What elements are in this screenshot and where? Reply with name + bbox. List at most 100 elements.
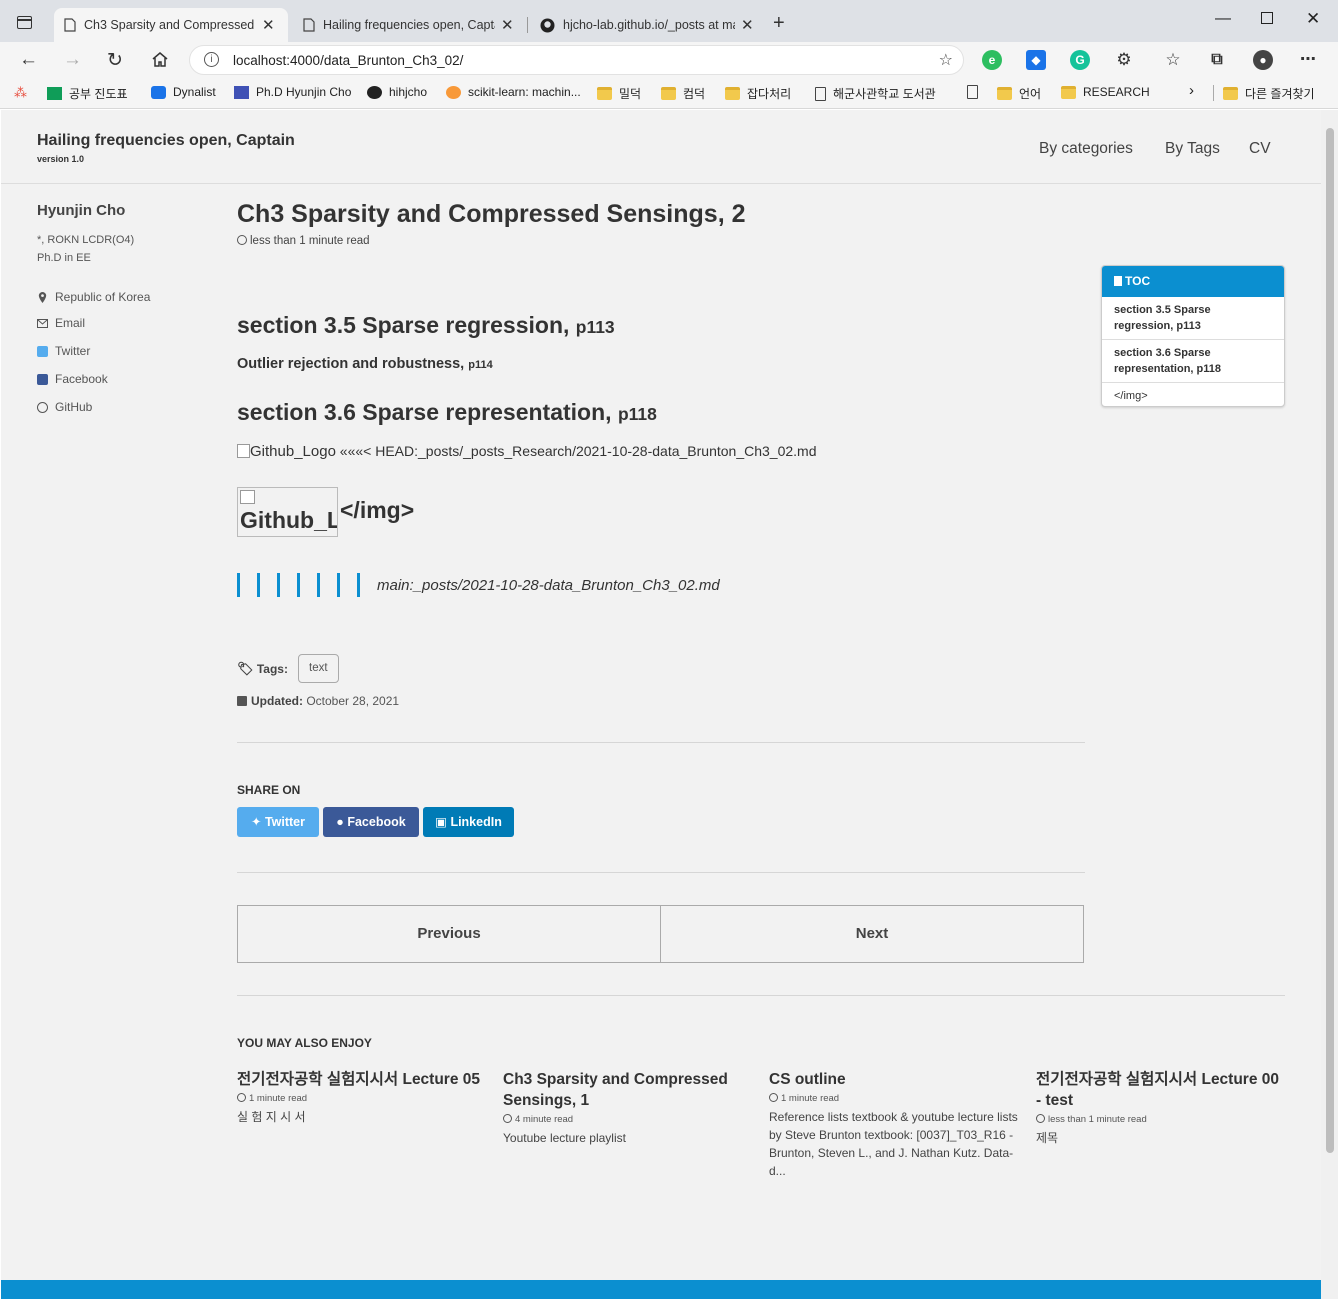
nav-cv[interactable]: CV [1249,140,1271,158]
bar [357,573,360,597]
bookmark-study[interactable]: 공부 진도표 [47,85,128,102]
tags-label-text: Tags: [256,662,288,676]
clock-icon [769,1093,778,1102]
author-facebook-link[interactable]: Facebook [37,372,108,386]
extensions-icon[interactable]: ⚙ [1114,50,1134,70]
previous-button[interactable]: Previous [237,905,661,963]
bookmark-separator [1213,85,1214,101]
tab-separator [527,17,528,33]
related-read-time: less than 1 minute read [1036,1114,1286,1125]
related-excerpt: 제목 [1036,1131,1059,1145]
author-twitter-link[interactable]: Twitter [37,344,90,358]
maximize-icon[interactable] [1261,12,1273,24]
author-email-link[interactable]: Email [37,316,85,330]
scrollbar-thumb[interactable] [1326,128,1334,1153]
share-facebook-button[interactable]: ● Facebook [323,807,419,837]
extension-icon[interactable]: ◆ [1026,50,1046,70]
page-icon [64,18,76,32]
bookmark-folder[interactable]: 밀덕 [597,85,641,102]
github-icon [367,85,382,99]
share-twitter-button[interactable]: ✦ Twitter [237,807,319,837]
post-title: Ch3 Sparsity and Compressed Sensings, 2 [237,200,746,228]
address-bar[interactable]: i localhost:4000/data_Brunton_Ch3_02/ ☆ [189,45,964,75]
github-icon [37,401,48,413]
broken-image-icon [237,444,250,458]
collections-icon[interactable]: ⧉ [1207,50,1227,70]
related-title[interactable]: Ch3 Sparsity and Compressed Sensings, 1 [503,1069,753,1111]
add-favorite-icon[interactable]: ☆ [939,50,953,70]
author-github-link[interactable]: GitHub [37,400,92,414]
site-info-icon[interactable]: i [204,52,219,67]
evernote-icon[interactable]: e [982,50,1002,70]
address-toolbar: ← → ↻ i localhost:4000/data_Brunton_Ch3_… [0,42,1338,78]
tab-actions-icon[interactable] [17,16,32,29]
related-post: CS outline 1 minute read Reference lists… [769,1069,1019,1180]
minimize-icon[interactable]: — [1215,10,1231,28]
updated-value: October 28, 2021 [303,694,400,708]
heading-page: p118 [617,404,657,424]
favorites-icon[interactable]: ☆ [1163,50,1183,70]
url-text[interactable]: localhost:4000/data_Brunton_Ch3_02/ [233,53,463,68]
nav-by-categories[interactable]: By categories [1039,140,1133,158]
tab-blog[interactable]: Hailing frequencies open, Captai ✕ [293,8,527,42]
bookmark-folder[interactable]: RESEARCH [1061,85,1150,99]
chevron-right-icon[interactable]: › [1189,82,1194,99]
related-title[interactable]: 전기전자공학 실험지시서 Lecture 05 [237,1069,487,1090]
bookmark-label: Ph.D Hyunjin Cho [256,85,352,99]
share-linkedin-button[interactable]: ▣ LinkedIn [423,807,514,837]
profile-avatar[interactable]: ● [1253,50,1273,70]
facebook-icon: ● [336,815,348,829]
author-name: Hyunjin Cho [37,202,126,219]
twitter-label: Twitter [55,344,91,358]
related-read-time: 1 minute read [237,1093,487,1104]
bookmark-sklearn[interactable]: scikit-learn: machin... [446,85,581,99]
page-content: Hailing frequencies open, Captain versio… [1,110,1321,1299]
tab-github[interactable]: hjcho-lab.github.io/_posts at ma ✕ [530,8,764,42]
toc-item[interactable]: section 3.5 Sparse regression, p113 [1102,297,1284,340]
nav-by-tags[interactable]: By Tags [1165,140,1220,158]
bookmark-folder[interactable]: 컴덕 [661,85,705,102]
folder-icon [997,87,1012,100]
back-icon[interactable]: ← [19,49,38,71]
apps-icon[interactable]: ⁂ [14,85,27,101]
related-title[interactable]: 전기전자공학 실험지시서 Lecture 00 - test [1036,1069,1286,1111]
vertical-scrollbar[interactable] [1321,110,1338,1299]
bookmark-folder[interactable]: 잡다처리 [725,85,791,102]
toc-item[interactable]: </img> [1102,383,1284,406]
tab-active[interactable]: Ch3 Sparsity and Compressed Se ✕ [54,8,288,42]
bookmark-folder[interactable]: 언어 [997,85,1041,102]
related-time-label: less than 1 minute read [1048,1114,1147,1125]
refresh-icon[interactable]: ↻ [107,49,123,72]
home-icon[interactable] [151,51,169,68]
site-header: Hailing frequencies open, Captain versio… [1,110,1321,184]
tag-chip[interactable]: text [298,654,339,683]
other-favorites[interactable]: 다른 즐겨찾기 [1223,85,1315,102]
close-window-icon[interactable]: ✕ [1306,9,1320,29]
bookmark-dynalist[interactable]: Dynalist [151,85,216,99]
bookmark-library[interactable]: 해군사관학교 도서관 [815,85,936,102]
share-label: SHARE ON [237,783,301,797]
close-tab-icon[interactable]: ✕ [501,16,514,34]
bookmark-hihjcho[interactable]: hihjcho [367,85,427,99]
close-tab-icon[interactable]: ✕ [262,16,275,34]
bookmark-page[interactable] [967,85,985,99]
toc-item[interactable]: section 3.6 Sparse representation, p118 [1102,340,1284,383]
twitter-icon [37,345,48,357]
bookmark-label: 해군사관학교 도서관 [833,87,936,101]
page-icon [303,18,315,32]
more-menu-icon[interactable]: ⋯ [1298,50,1318,70]
related-title[interactable]: CS outline [769,1069,1019,1090]
grammarly-icon[interactable]: G [1070,50,1090,70]
share-facebook-label: Facebook [347,815,406,829]
bookmark-phd[interactable]: Ph.D Hyunjin Cho [234,85,351,99]
read-time: less than 1 minute read [237,235,370,247]
author-location: Republic of Korea [37,290,150,304]
folder-icon [1223,87,1238,100]
site-version: version 1.0 [37,154,85,164]
next-button[interactable]: Next [660,905,1084,963]
tab-title: hjcho-lab.github.io/_posts at ma [563,18,735,32]
forward-icon[interactable]: → [63,49,82,71]
close-tab-icon[interactable]: ✕ [741,16,754,34]
site-title[interactable]: Hailing frequencies open, Captain [37,132,295,150]
new-tab-icon[interactable]: + [773,12,785,35]
